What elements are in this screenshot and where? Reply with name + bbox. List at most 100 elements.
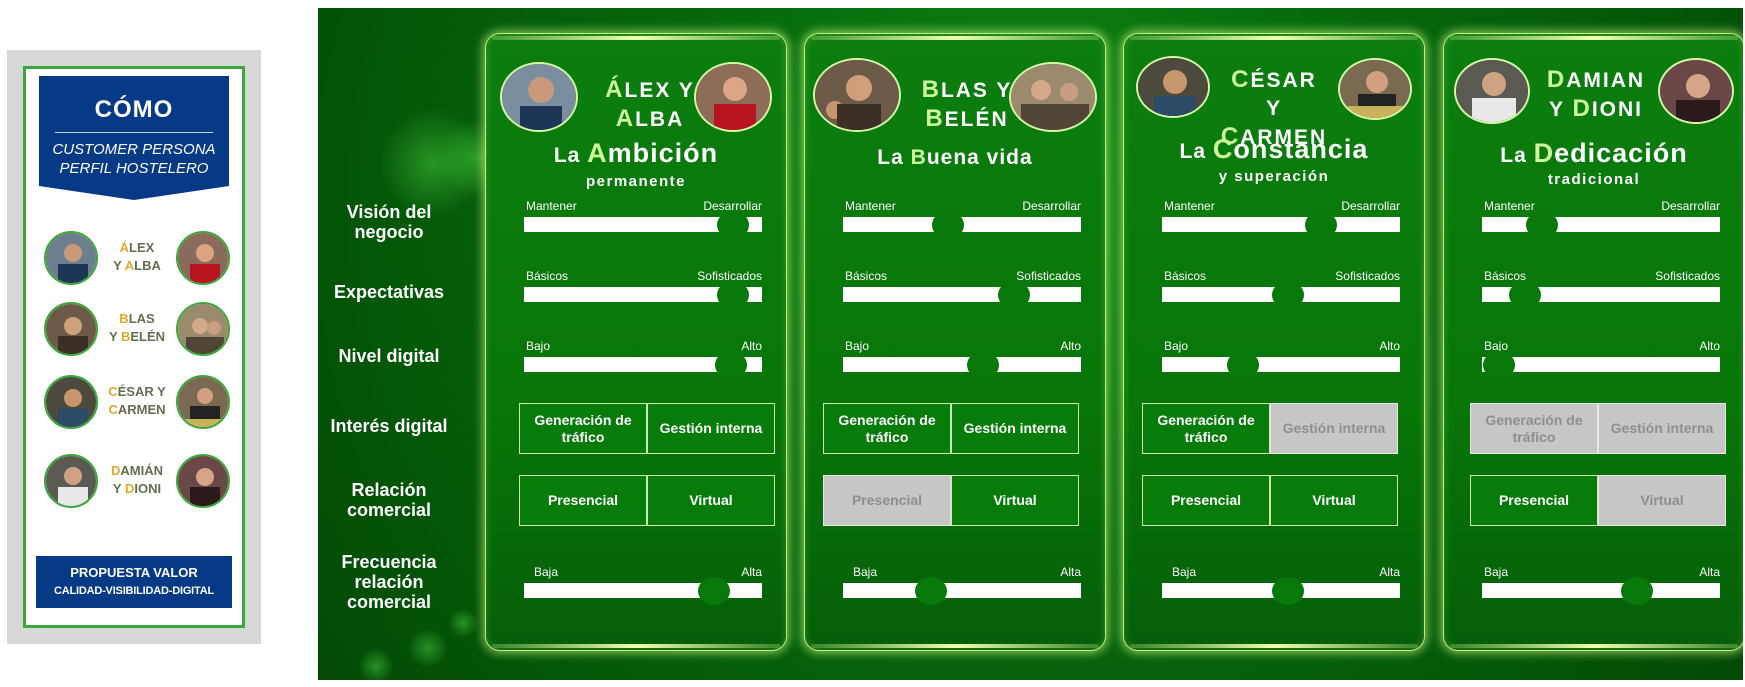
slider-frecuencia[interactable]: Baja Alta <box>1482 565 1720 605</box>
slider-left-label: Baja <box>1172 565 1197 579</box>
slider-knob[interactable] <box>1525 211 1558 239</box>
option-presencial[interactable]: Presencial <box>519 475 647 526</box>
option-gestion-interna[interactable]: Gestión interna <box>647 403 775 454</box>
name-text: AMIAN <box>1566 69 1646 92</box>
name-initial: B <box>921 76 941 103</box>
slider-knob[interactable] <box>717 281 750 309</box>
name-text: IONI <box>1591 98 1643 121</box>
relacion-comercial-options: Presencial Virtual <box>519 475 775 526</box>
slider-knob[interactable] <box>715 351 748 379</box>
slider-frecuencia[interactable]: Baja Alta <box>843 565 1081 605</box>
option-generacion-trafico[interactable]: Generación de tráfico <box>823 403 951 454</box>
slider-left-label: Baja <box>534 565 559 579</box>
row-label-relacion-comercial: Relación comercial <box>346 480 432 520</box>
slider-track[interactable] <box>843 287 1081 302</box>
slider-track[interactable] <box>1482 357 1720 372</box>
tagline-initial: A <box>587 138 608 168</box>
alex-avatar <box>44 231 98 285</box>
option-generacion-trafico[interactable]: Generación de tráfico <box>519 403 647 454</box>
slider-nivel-digital[interactable]: Bajo Alto <box>843 339 1081 379</box>
name-text: ARMEN <box>117 402 166 417</box>
slider-knob[interactable] <box>931 211 964 239</box>
name-initial: Á <box>605 76 625 103</box>
name-text: Y <box>108 329 121 344</box>
persona-tagline: La Buena vida <box>805 146 1105 170</box>
persona-card-cesar-carmen: CÉSAR Y CARMEN La Constancia y superació… <box>1124 34 1424 650</box>
slider-frecuencia[interactable]: Baja Alta <box>1162 565 1400 605</box>
thumb-row-cesar-carmen: CÉSAR Y CARMEN <box>26 373 242 439</box>
slider-knob[interactable] <box>998 281 1031 309</box>
name-text: LAS <box>128 311 155 326</box>
option-presencial[interactable]: Presencial <box>823 475 951 526</box>
tagline-word: uena vida <box>926 146 1033 169</box>
persona-names: ÁLEX Y ALBA <box>588 76 712 134</box>
slider-knob[interactable] <box>717 211 750 239</box>
option-virtual[interactable]: Virtual <box>647 475 775 526</box>
alba-avatar <box>176 231 230 285</box>
slider-knob[interactable] <box>1305 211 1338 239</box>
option-virtual[interactable]: Virtual <box>1270 475 1398 526</box>
interes-digital-options: Generación de tráfico Gestión interna <box>1142 403 1398 454</box>
slider-track[interactable] <box>1482 583 1720 598</box>
slider-knob[interactable] <box>967 351 1000 379</box>
option-virtual[interactable]: Virtual <box>1598 475 1726 526</box>
tagline-prefix: La <box>1179 140 1213 163</box>
option-presencial[interactable]: Presencial <box>1470 475 1598 526</box>
thumbnail-frame: CÓMO CUSTOMER PERSONA PERFIL HOSTELERO Á… <box>23 66 245 628</box>
slider-frecuencia[interactable]: Baja Alta <box>524 565 762 605</box>
slider-vision[interactable]: Mantener Desarrollar <box>1482 199 1720 239</box>
slider-vision[interactable]: Mantener Desarrollar <box>843 199 1081 239</box>
slider-knob[interactable] <box>1620 577 1653 605</box>
option-generacion-trafico[interactable]: Generación de tráfico <box>1470 403 1598 454</box>
slider-expectativas[interactable]: Básicos Sofisticados <box>843 269 1081 309</box>
card-bottom-line <box>1450 644 1738 648</box>
slider-knob[interactable] <box>1272 577 1305 605</box>
option-gestion-interna[interactable]: Gestión interna <box>1598 403 1726 454</box>
slider-knob[interactable] <box>1226 351 1259 379</box>
tagline-word: edicación <box>1554 138 1688 168</box>
option-generacion-trafico[interactable]: Generación de tráfico <box>1142 403 1270 454</box>
slider-left-label: Baja <box>853 565 878 579</box>
tagline-initial: D <box>1533 138 1555 168</box>
slider-track[interactable] <box>843 357 1081 372</box>
slider-track[interactable] <box>843 583 1081 598</box>
slider-nivel-digital[interactable]: Bajo Alto <box>1482 339 1720 379</box>
interes-digital-options: Generación de tráfico Gestión interna <box>519 403 775 454</box>
thumb-names-3: CÉSAR Y CARMEN <box>94 383 180 419</box>
name-initial: C <box>1231 66 1251 93</box>
persona-tagline: La Dedicación <box>1444 138 1743 169</box>
slider-knob[interactable] <box>1482 351 1515 379</box>
slider-expectativas[interactable]: Básicos Sofisticados <box>524 269 762 309</box>
slider-expectativas[interactable]: Básicos Sofisticados <box>1162 269 1400 309</box>
slider-track[interactable] <box>1162 357 1400 372</box>
carmen-avatar <box>176 375 230 429</box>
slider-track[interactable] <box>1482 217 1720 232</box>
option-presencial[interactable]: Presencial <box>1142 475 1270 526</box>
slider-vision[interactable]: Mantener Desarrollar <box>1162 199 1400 239</box>
carmen-photo <box>1338 58 1412 120</box>
slider-vision[interactable]: Mantener Desarrollar <box>524 199 762 239</box>
persona-tagline: La Ambición <box>486 138 786 169</box>
option-virtual[interactable]: Virtual <box>951 475 1079 526</box>
slider-knob[interactable] <box>698 577 731 605</box>
slider-left-label: Baja <box>1484 565 1509 579</box>
slider-knob[interactable] <box>915 577 948 605</box>
slider-track[interactable] <box>1162 217 1400 232</box>
slider-expectativas[interactable]: Básicos Sofisticados <box>1482 269 1720 309</box>
option-gestion-interna[interactable]: Gestión interna <box>1270 403 1398 454</box>
slider-knob[interactable] <box>1272 281 1305 309</box>
slider-right-label: Sofisticados <box>1016 269 1081 283</box>
slider-left-label: Bajo <box>845 339 870 353</box>
card-top-line <box>1130 36 1418 40</box>
slider-left-label: Mantener <box>526 199 577 213</box>
slider-nivel-digital[interactable]: Bajo Alto <box>1162 339 1400 379</box>
initial: D <box>124 481 135 496</box>
subtitle-line-2: PERFIL HOSTELERO <box>59 160 209 177</box>
card-top-line <box>811 36 1099 40</box>
name-text: LBA <box>134 258 161 273</box>
row-label-expectativas: Expectativas <box>333 282 445 302</box>
option-gestion-interna[interactable]: Gestión interna <box>951 403 1079 454</box>
slider-knob[interactable] <box>1508 281 1541 309</box>
thumbnail-subtitle: CUSTOMER PERSONA PERFIL HOSTELERO <box>39 140 229 178</box>
slider-nivel-digital[interactable]: Bajo Alto <box>524 339 762 379</box>
